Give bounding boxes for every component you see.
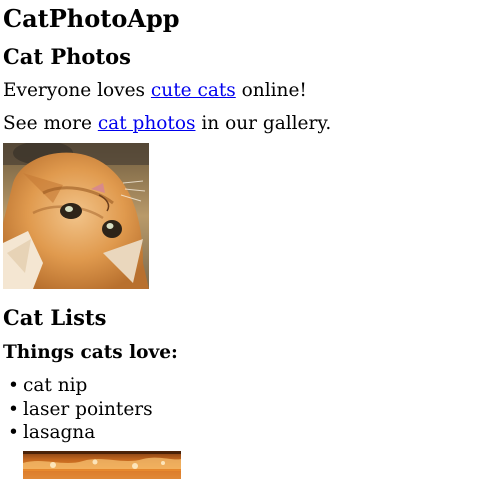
list-item: • laser pointers [3,398,153,422]
cat-photos-link[interactable]: cat photos [98,113,196,134]
paragraph-text: online! [235,80,307,101]
cat-photo-app-page: CatPhotoApp Cat Photos Everyone loves cu… [0,0,480,479]
list-item: • cat nip [3,374,153,398]
things-cats-love-heading: Things cats love: [3,342,178,363]
things-cats-love-list: • cat nip • laser pointers • lasagna [3,374,153,445]
bullet-icon: • [8,375,19,396]
cat-photos-heading: Cat Photos [3,44,131,69]
cat-lists-heading: Cat Lists [3,305,107,330]
gallery-paragraph: See more cat photos in our gallery. [3,112,331,136]
paragraph-text: See more [3,113,98,134]
bullet-icon: • [8,398,19,420]
cute-cats-link[interactable]: cute cats [151,80,236,101]
paragraph-text: in our gallery. [195,113,332,134]
cute-cats-paragraph: Everyone loves cute cats online! [3,79,307,103]
list-item-label: lasagna [23,422,96,443]
paragraph-text: Everyone loves [3,80,151,101]
list-item-label: laser pointers [23,398,153,420]
relaxing-cat-photo[interactable] [3,143,149,289]
bullet-icon: • [8,422,19,443]
lasagna-photo[interactable] [23,451,181,479]
app-title: CatPhotoApp [3,4,180,33]
list-item: • lasagna [3,421,153,445]
lasagna-illustration [23,451,181,479]
list-item-label: cat nip [23,375,88,396]
cat-photo-illustration [3,143,149,289]
